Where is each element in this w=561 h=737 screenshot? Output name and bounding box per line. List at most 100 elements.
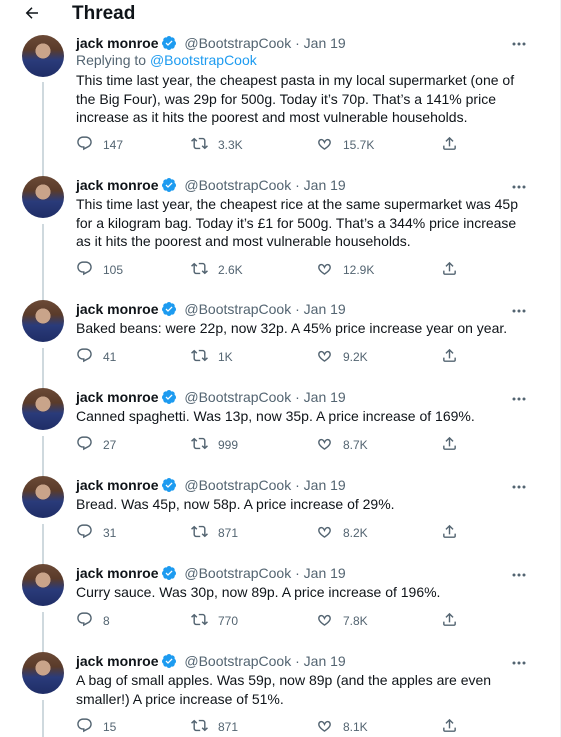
tweet-header: jack monroe @BootstrapCook · Jan 19: [76, 176, 346, 194]
avatar[interactable]: [22, 564, 64, 606]
more-options-button[interactable]: [509, 300, 529, 318]
share-button[interactable]: [441, 436, 458, 454]
retweet-count: 2.6K: [218, 263, 243, 277]
author-handle[interactable]: @BootstrapCook: [184, 35, 291, 51]
thread-connector: [42, 82, 44, 178]
tweet-date[interactable]: Jan 19: [304, 389, 346, 405]
heart-icon: [316, 523, 343, 543]
like-count: 8.1K: [343, 720, 368, 734]
like-button[interactable]: 15.7K: [316, 136, 374, 154]
separator-dot: ·: [295, 177, 300, 193]
author-handle[interactable]: @BootstrapCook: [184, 653, 291, 669]
verified-badge-icon: [161, 477, 177, 497]
thread-connector: [42, 436, 44, 476]
author-name[interactable]: jack monroe: [76, 177, 158, 193]
like-count: 8.2K: [343, 526, 368, 540]
reply-count: 31: [103, 526, 117, 540]
more-options-button[interactable]: [509, 388, 529, 406]
tweet-actions: 31 871 8.2K: [76, 524, 466, 542]
tweet-date[interactable]: Jan 19: [304, 653, 346, 669]
retweet-button[interactable]: 871: [191, 524, 238, 542]
avatar[interactable]: [22, 176, 64, 218]
tweet[interactable]: jack monroe @BootstrapCook · Jan 19 Repl…: [0, 30, 545, 178]
retweet-button[interactable]: 3.3K: [191, 136, 243, 154]
tweet[interactable]: jack monroe @BootstrapCook · Jan 19 Curr…: [0, 564, 545, 652]
author-handle[interactable]: @BootstrapCook: [184, 565, 291, 581]
tweet-date[interactable]: Jan 19: [304, 35, 346, 51]
more-options-button[interactable]: [509, 176, 529, 194]
like-button[interactable]: 8.1K: [316, 718, 368, 736]
tweet-date[interactable]: Jan 19: [304, 177, 346, 193]
tweet[interactable]: jack monroe @BootstrapCook · Jan 19 Bake…: [0, 300, 545, 388]
like-button[interactable]: 12.9K: [316, 261, 374, 279]
verified-badge-icon: [161, 177, 177, 197]
retweet-button[interactable]: 999: [191, 436, 238, 454]
tweet[interactable]: jack monroe @BootstrapCook · Jan 19 A ba…: [0, 652, 545, 737]
avatar[interactable]: [22, 35, 64, 77]
more-options-button[interactable]: [509, 564, 529, 582]
retweet-button[interactable]: 1K: [191, 348, 233, 366]
more-options-button[interactable]: [509, 652, 529, 670]
author-handle[interactable]: @BootstrapCook: [184, 477, 291, 493]
like-button[interactable]: 8.2K: [316, 524, 368, 542]
author-name[interactable]: jack monroe: [76, 653, 158, 669]
author-name[interactable]: jack monroe: [76, 35, 158, 51]
author-name[interactable]: jack monroe: [76, 301, 158, 317]
like-button[interactable]: 8.7K: [316, 436, 368, 454]
author-handle[interactable]: @BootstrapCook: [184, 389, 291, 405]
retweet-button[interactable]: 871: [191, 718, 238, 736]
tweet-date[interactable]: Jan 19: [304, 301, 346, 317]
reply-button[interactable]: 31: [76, 524, 116, 542]
separator-dot: ·: [295, 477, 300, 493]
retweet-button[interactable]: 2.6K: [191, 261, 243, 279]
author-name[interactable]: jack monroe: [76, 389, 158, 405]
tweet[interactable]: jack monroe @BootstrapCook · Jan 19 This…: [0, 176, 545, 300]
share-button[interactable]: [441, 348, 458, 366]
tweet-header: jack monroe @BootstrapCook · Jan 19: [76, 300, 346, 318]
avatar[interactable]: [22, 300, 64, 342]
more-icon: [512, 176, 526, 194]
tweet-date[interactable]: Jan 19: [304, 477, 346, 493]
reply-button[interactable]: 105: [76, 261, 123, 279]
verified-badge-icon: [161, 301, 177, 321]
tweet-header: jack monroe @BootstrapCook · Jan 19: [76, 564, 346, 582]
page-title: Thread: [72, 3, 136, 24]
more-options-button[interactable]: [509, 33, 529, 51]
retweet-button[interactable]: 770: [191, 612, 238, 630]
share-button[interactable]: [441, 136, 458, 154]
heart-icon: [316, 260, 343, 280]
tweet-date[interactable]: Jan 19: [304, 565, 346, 581]
tweet-header: jack monroe @BootstrapCook · Jan 19: [76, 476, 346, 494]
avatar[interactable]: [22, 652, 64, 694]
share-button[interactable]: [441, 612, 458, 630]
share-button[interactable]: [441, 718, 458, 736]
separator-dot: ·: [295, 35, 300, 51]
thread-connector: [42, 348, 44, 388]
author-name[interactable]: jack monroe: [76, 565, 158, 581]
retweet-icon: [191, 347, 218, 367]
share-button[interactable]: [441, 261, 458, 279]
reply-button[interactable]: 147: [76, 136, 123, 154]
tweet[interactable]: jack monroe @BootstrapCook · Jan 19 Brea…: [0, 476, 545, 564]
reply-button[interactable]: 15: [76, 718, 116, 736]
reply-button[interactable]: 27: [76, 436, 116, 454]
heart-icon: [316, 435, 343, 455]
reply-button[interactable]: 8: [76, 612, 110, 630]
avatar[interactable]: [22, 388, 64, 430]
like-button[interactable]: 7.8K: [316, 612, 368, 630]
tweet[interactable]: jack monroe @BootstrapCook · Jan 19 Cann…: [0, 388, 545, 476]
share-icon: [441, 611, 458, 631]
retweet-icon: [191, 135, 218, 155]
author-handle[interactable]: @BootstrapCook: [184, 301, 291, 317]
share-button[interactable]: [441, 524, 458, 542]
author-name[interactable]: jack monroe: [76, 477, 158, 493]
back-button[interactable]: [18, 2, 46, 28]
avatar[interactable]: [22, 476, 64, 518]
retweet-count: 3.3K: [218, 138, 243, 152]
like-button[interactable]: 9.2K: [316, 348, 368, 366]
reply-button[interactable]: 41: [76, 348, 116, 366]
arrow-left-icon: [23, 4, 41, 27]
more-options-button[interactable]: [509, 476, 529, 494]
replying-to-link[interactable]: @BootstrapCook: [150, 52, 257, 68]
author-handle[interactable]: @BootstrapCook: [184, 177, 291, 193]
